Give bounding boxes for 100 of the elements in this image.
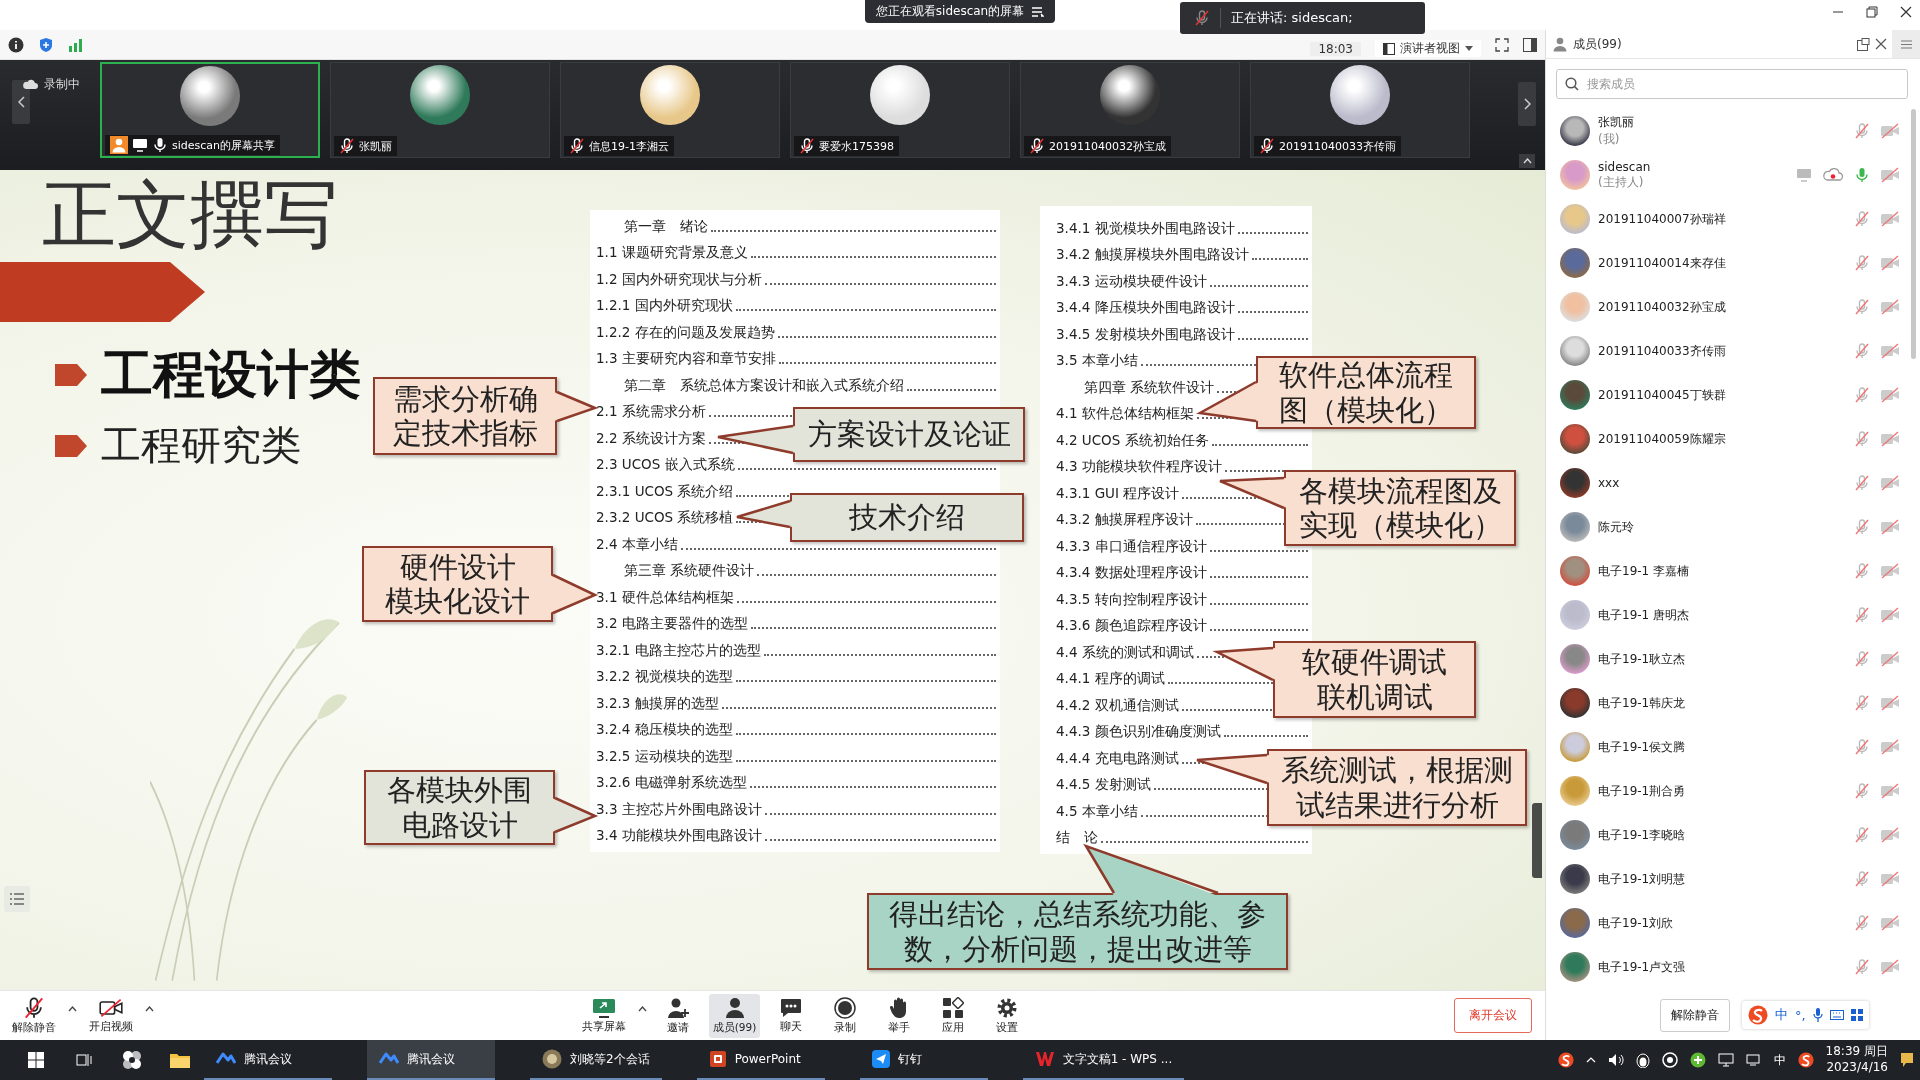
participant-name: 要爱水175398 (819, 138, 894, 154)
leave-meeting-button[interactable]: 离开会议 (1454, 998, 1532, 1033)
chevron-up-icon[interactable] (1585, 1057, 1596, 1063)
member-row[interactable]: 电子19-1 李嘉楠 (1546, 549, 1920, 593)
taskbar-app[interactable]: 钉钉 (859, 1040, 988, 1080)
toc-entry: 3.2.5 运动模块的选型 (596, 747, 733, 766)
toolbar-button[interactable]: 应用 (930, 993, 977, 1038)
taskbar-app[interactable]: PowerPoint (696, 1040, 825, 1080)
member-row[interactable]: sidescan (主持人) (1546, 153, 1920, 197)
toolbar-button[interactable]: 设置 (984, 993, 1031, 1038)
member-row[interactable]: 201911040033齐传雨 (1546, 329, 1920, 373)
resize-handle[interactable] (1532, 803, 1542, 878)
camera-off-icon (99, 997, 123, 1018)
video-tile[interactable]: sidescan的屏幕共享 (100, 62, 320, 158)
toolbar-button[interactable]: 举手 (876, 993, 923, 1038)
member-row[interactable]: 电子19-1耿立杰 (1546, 637, 1920, 681)
toolbar-button[interactable]: 开启视频 (85, 994, 137, 1037)
speaker-icon[interactable] (1607, 1053, 1624, 1067)
member-row[interactable]: 201911040014来存佳 (1546, 241, 1920, 285)
member-row[interactable]: 电子19-1李晓晗 (1546, 813, 1920, 857)
member-row[interactable]: 电子19-1韩庆龙 (1546, 681, 1920, 725)
caret-up-icon[interactable] (637, 1005, 647, 1012)
toc-entry: 4.4.3 颜色识别准确度测试 (1056, 723, 1221, 741)
scrollbar[interactable] (1911, 109, 1916, 359)
member-row[interactable]: 201911040045丁轶群 (1546, 373, 1920, 417)
mic-muted-icon (1194, 10, 1210, 26)
member-row[interactable]: 电子19-1刘欣 (1546, 901, 1920, 945)
next-page-button[interactable] (1518, 82, 1536, 126)
member-row[interactable]: 电子19-1卢文强 (1546, 945, 1920, 989)
caret-up-icon[interactable] (145, 1005, 154, 1012)
clock-date[interactable]: 2023/4/16 (1826, 1060, 1888, 1076)
close-icon[interactable] (1875, 38, 1887, 50)
video-tile[interactable]: 201911040033齐传雨 (1250, 62, 1470, 158)
restore-icon[interactable] (1866, 6, 1878, 18)
pinwheel-icon[interactable] (121, 1049, 143, 1071)
member-row[interactable]: 201911040032孙宝成 (1546, 285, 1920, 329)
previous-page-button[interactable] (12, 80, 30, 124)
toc-entry: 第二章 系统总体方案设计和嵌入式系统介绍 (623, 376, 904, 395)
video-tile[interactable]: 信息19-1李湘云 (560, 62, 780, 158)
input-method-logo-icon[interactable] (1797, 1052, 1814, 1068)
taskbar-app[interactable]: 腾讯会议 (367, 1040, 495, 1080)
member-row[interactable]: 201911040059陈耀宗 (1546, 417, 1920, 461)
unmute-all-button[interactable]: 解除静音 (1660, 998, 1730, 1032)
view-mode-dropdown[interactable]: 演讲者视图 (1375, 40, 1481, 57)
avatar (410, 65, 470, 125)
toolbar-button[interactable]: 聊天 (768, 994, 815, 1037)
signal-icon[interactable] (68, 37, 84, 52)
video-tile[interactable]: 201911040032孙宝成 (1020, 62, 1240, 158)
taskbar-app[interactable]: 腾讯会议 (204, 1040, 332, 1080)
toolbar-button[interactable]: 共享屏幕 (577, 994, 630, 1037)
toc-entry: 4.3 功能模块软件程序设计 (1056, 458, 1222, 476)
folder-icon[interactable] (170, 1052, 190, 1068)
input-method-logo-icon[interactable] (1557, 1052, 1574, 1068)
search-field[interactable]: 搜索成员 (1556, 69, 1908, 99)
member-name: 电子19-1刘欣 (1598, 914, 1675, 932)
shield-icon[interactable] (38, 36, 54, 53)
member-row[interactable]: 电子19-1 唐明杰 (1546, 593, 1920, 637)
member-row[interactable]: 电子19-1侯文腾 (1546, 725, 1920, 769)
windows-start-icon[interactable] (28, 1052, 44, 1068)
input-mode-indicator[interactable]: 中 (1773, 1051, 1786, 1069)
monitor-icon[interactable] (1745, 1053, 1762, 1067)
task-view-icon[interactable] (76, 1052, 92, 1068)
participant-name: 201911040033齐传雨 (1279, 138, 1396, 154)
plus-badge-icon[interactable] (1689, 1052, 1706, 1068)
clock-time[interactable]: 18:39 周日 (1825, 1044, 1888, 1060)
fullscreen-icon[interactable] (1495, 37, 1509, 52)
caret-up-icon[interactable] (68, 1005, 77, 1012)
member-row[interactable]: xxx (1546, 461, 1920, 505)
toolbar-button[interactable]: 解除静音 (8, 993, 60, 1038)
close-icon[interactable] (1900, 6, 1912, 18)
taskbar-app[interactable]: 刘晓等2个会话 (530, 1040, 662, 1080)
toolbar-button[interactable]: 成员(99) (708, 993, 761, 1038)
toc-entry: 4.3.3 串口通信程序设计 (1056, 537, 1207, 556)
pop-out-icon[interactable] (1857, 37, 1870, 51)
avatar (1560, 776, 1590, 806)
member-row[interactable]: 陈元玲 (1546, 505, 1920, 549)
collapse-button[interactable] (1519, 154, 1535, 168)
avatar (1560, 688, 1590, 718)
avatar (1560, 644, 1590, 674)
toc-entry: 3.2.4 稳压模块的选型 (596, 721, 733, 739)
list-icon[interactable] (1032, 6, 1045, 17)
member-row[interactable]: 201911040007孙瑞祥 (1546, 197, 1920, 241)
info-icon[interactable] (8, 36, 24, 53)
paper-plane-icon (871, 1050, 890, 1068)
member-name: 201911040014来存佳 (1598, 254, 1727, 272)
toolbar-button[interactable]: 邀请 (654, 993, 701, 1038)
callout-text: 硬件设计 模块化设计 (385, 549, 530, 619)
member-row[interactable]: 张凯丽 (我) (1546, 109, 1920, 153)
video-tile[interactable]: 要爱水175398 (790, 62, 1010, 158)
taskbar-app[interactable]: 文字文稿1 - WPS ... (1022, 1040, 1185, 1080)
member-row[interactable]: 电子19-1荆合勇 (1546, 769, 1920, 813)
side-panel-icon[interactable] (1523, 37, 1537, 52)
avatar (1560, 908, 1590, 938)
video-tile[interactable]: 张凯丽 (330, 62, 550, 158)
notification-icon[interactable] (1900, 1052, 1914, 1068)
member-row[interactable]: 电子19-1刘明慧 (1546, 857, 1920, 901)
outline-toggle-button[interactable] (4, 886, 30, 912)
toc-entry: 3.4.2 触摸屏模块外围电路设计 (1056, 246, 1249, 264)
toolbar-button[interactable]: 录制 (822, 993, 869, 1038)
input-method-toolbar[interactable]: 中 °, (1742, 1001, 1869, 1029)
